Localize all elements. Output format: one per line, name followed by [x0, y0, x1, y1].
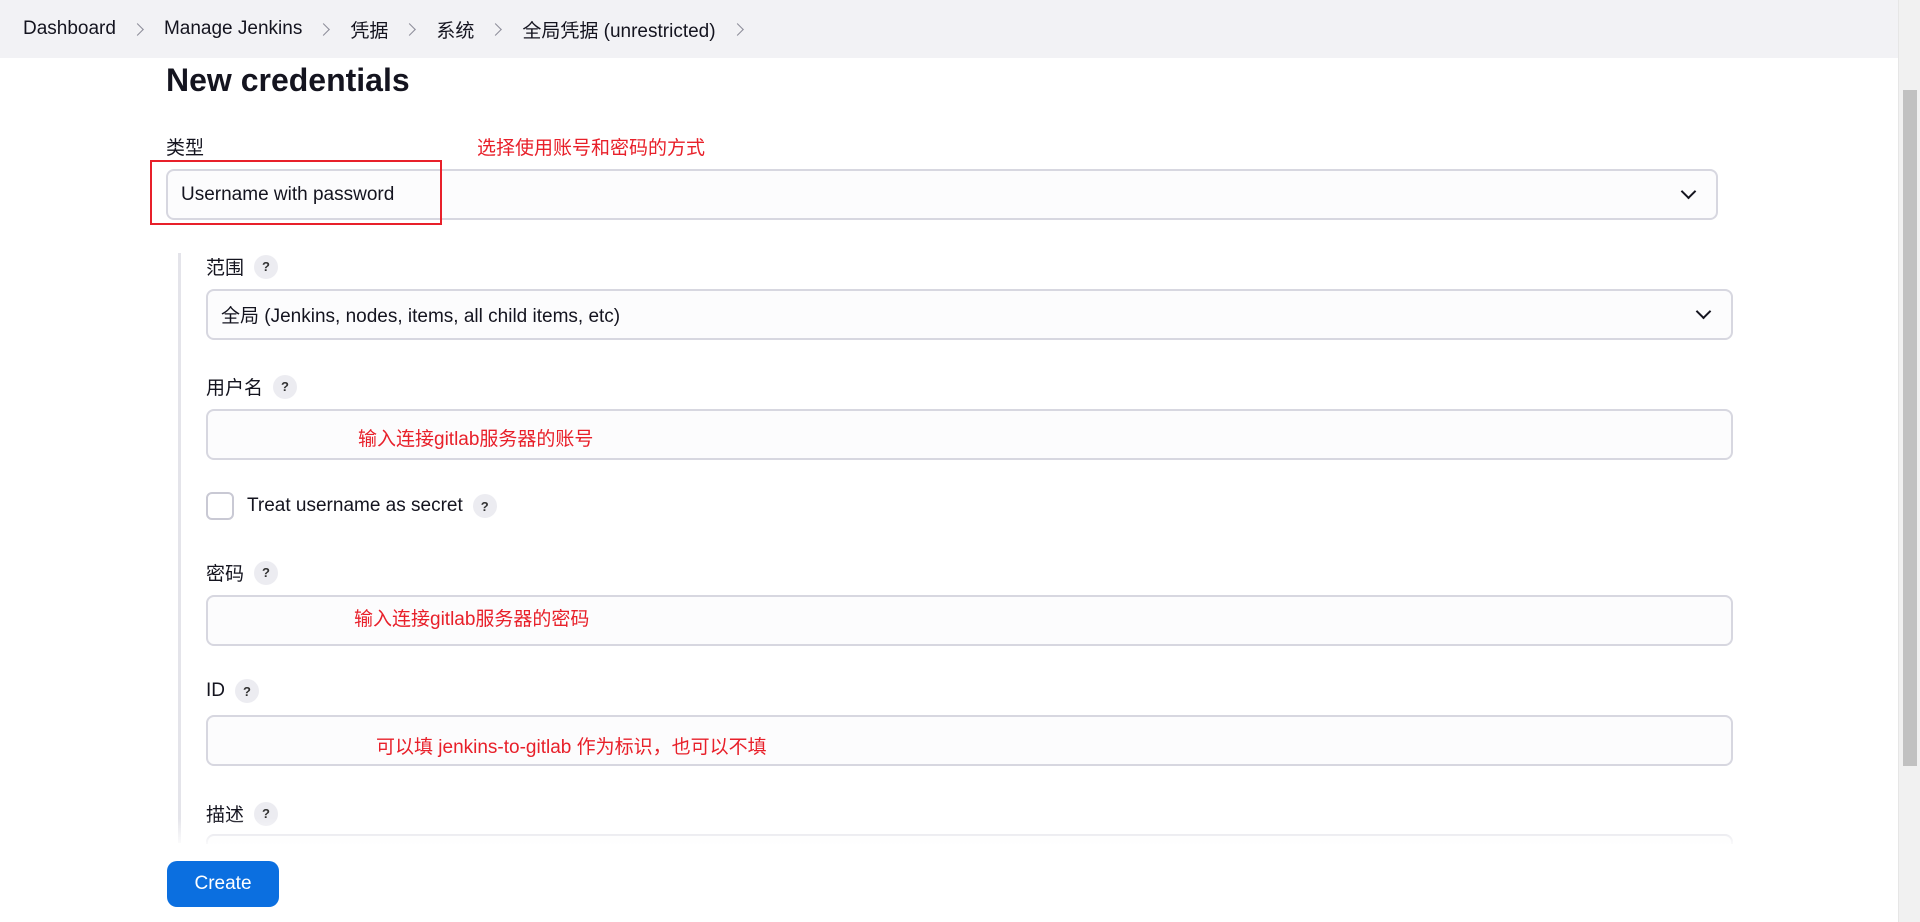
password-annotation: 输入连接gitlab服务器的密码: [354, 609, 590, 630]
chevron-down-icon: [1695, 303, 1712, 320]
help-icon[interactable]: ?: [472, 494, 497, 518]
scope-label: 范围 ?: [206, 253, 279, 280]
treat-username-secret-label: Treat username as secret ?: [247, 492, 497, 520]
bottom-action-bar: [0, 844, 1898, 922]
kind-label-text: 类型: [166, 138, 205, 159]
chevron-right-icon[interactable]: [403, 22, 417, 36]
vertical-scrollbar[interactable]: [1898, 0, 1920, 922]
chevron-down-icon: [1680, 183, 1697, 200]
page-title: New credentials: [166, 62, 410, 98]
chevron-right-icon[interactable]: [489, 22, 503, 36]
username-annotation: 输入连接gitlab服务器的账号: [358, 429, 594, 450]
scope-label-text: 范围: [206, 258, 245, 279]
help-icon[interactable]: ?: [254, 254, 279, 279]
username-label-text: 用户名: [206, 378, 264, 399]
id-annotation: 可以填 jenkins-to-gitlab 作为标识，也可以不填: [376, 737, 767, 758]
scope-select[interactable]: 全局 (Jenkins, nodes, items, all child ite…: [206, 289, 1733, 340]
section-indent-bar: [178, 253, 181, 843]
chevron-right-icon[interactable]: [131, 22, 144, 36]
treat-username-secret-checkbox[interactable]: [206, 492, 234, 520]
scrollbar-thumb[interactable]: [1903, 90, 1917, 766]
breadcrumb-item-system[interactable]: 系统: [436, 16, 474, 43]
breadcrumb: Dashboard Manage Jenkins 凭据 系统 全局凭据 (unr…: [0, 0, 1898, 58]
scope-select-value: 全局 (Jenkins, nodes, items, all child ite…: [221, 306, 621, 327]
id-label: ID ?: [206, 679, 259, 703]
annotation-highlight-box: [150, 160, 442, 225]
chevron-right-icon[interactable]: [317, 22, 331, 36]
breadcrumb-item-credentials[interactable]: 凭据: [350, 16, 388, 43]
create-button[interactable]: Create: [167, 861, 279, 907]
breadcrumb-item-manage-jenkins[interactable]: Manage Jenkins: [164, 18, 302, 40]
help-icon[interactable]: ?: [235, 679, 259, 703]
help-icon[interactable]: ?: [254, 560, 279, 585]
kind-annotation: 选择使用账号和密码的方式: [477, 138, 706, 159]
breadcrumb-item-global-credentials[interactable]: 全局凭据 (unrestricted): [522, 16, 715, 43]
help-icon[interactable]: ?: [273, 374, 298, 399]
kind-label: 类型: [166, 133, 204, 160]
breadcrumb-item-dashboard[interactable]: Dashboard: [23, 18, 116, 40]
treat-username-secret-text[interactable]: Treat username as secret: [247, 495, 463, 517]
id-label-text: ID: [206, 680, 225, 701]
password-label-text: 密码: [206, 564, 245, 585]
password-label: 密码 ?: [206, 559, 279, 586]
username-label: 用户名 ?: [206, 373, 298, 400]
chevron-right-icon[interactable]: [730, 22, 744, 36]
